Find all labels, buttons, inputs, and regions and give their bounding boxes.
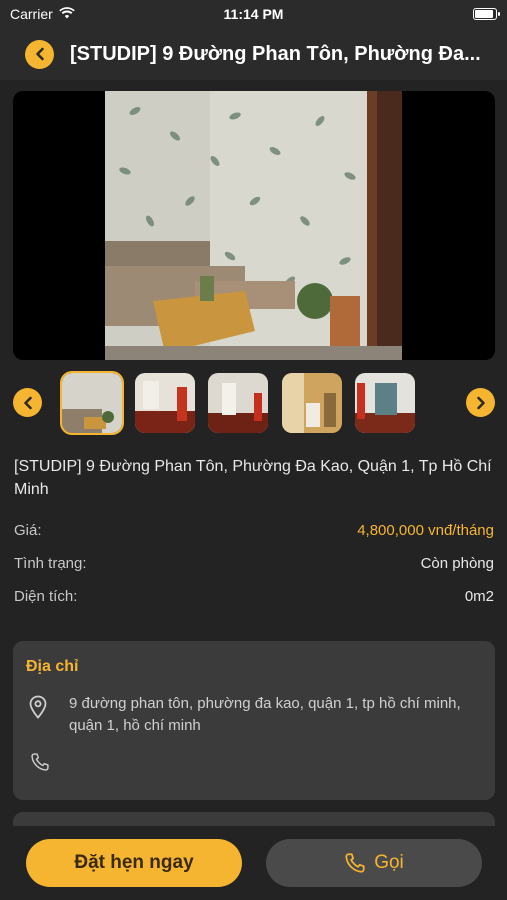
main-photo[interactable] <box>13 91 495 360</box>
phone-icon[interactable] <box>30 752 50 772</box>
status-label: Tình trạng: <box>14 554 87 572</box>
book-appointment-button[interactable]: Đặt hẹn ngay <box>26 839 242 887</box>
area-label: Diện tích: <box>14 587 78 605</box>
battery-fill <box>475 10 494 18</box>
carrier-label: Carrier <box>10 6 53 22</box>
thumbnail-image <box>355 373 415 433</box>
status-row: Tình trạng: Còn phòng <box>14 553 494 573</box>
thumbnail-image <box>208 373 268 433</box>
status-time: 11:14 PM <box>223 6 284 22</box>
address-card-title: Địa chỉ <box>26 658 79 675</box>
status-value: Còn phòng <box>420 554 494 572</box>
page-title: [STUDIP] 9 Đường Phan Tôn, Phường Đa... <box>70 42 481 65</box>
thumbnail-image <box>135 373 195 433</box>
thumbnail-image <box>62 373 122 433</box>
thumbnail-3[interactable] <box>208 373 268 433</box>
thumbnail-5[interactable] <box>355 373 415 433</box>
room-photo-image <box>105 91 402 360</box>
listing-title: [STUDIP] 9 Đường Phan Tôn, Phường Đa Kao… <box>14 458 492 498</box>
call-button[interactable]: Gọi <box>266 839 482 887</box>
thumbnail-image <box>282 373 342 433</box>
chevron-left-icon <box>23 396 32 409</box>
address-card: Địa chỉ 9 đường phan tôn, phường đa kao,… <box>13 641 495 800</box>
location-pin-icon <box>29 695 47 719</box>
prev-image-button[interactable] <box>13 388 42 417</box>
wifi-icon <box>58 6 75 22</box>
thumbnail-carousel <box>0 371 507 435</box>
phone-icon <box>345 853 365 873</box>
thumbnail-4[interactable] <box>282 373 342 433</box>
back-button[interactable] <box>25 39 54 69</box>
battery-icon <box>473 8 500 20</box>
chevron-left-icon <box>35 47 44 61</box>
thumbnail-1[interactable] <box>60 371 124 435</box>
chevron-right-icon <box>476 396 485 409</box>
status-bar: Carrier 11:14 PM <box>0 0 507 28</box>
price-label: Giá: <box>14 521 42 539</box>
address-text: 9 đường phan tôn, phường đa kao, quận 1,… <box>69 695 461 734</box>
bottom-action-bar: Đặt hẹn ngay Gọi <box>0 826 507 900</box>
area-value: 0m2 <box>464 587 494 605</box>
thumbnail-2[interactable] <box>135 373 195 433</box>
price-row: Giá: 4,800,000 vnđ/tháng <box>14 520 494 540</box>
price-value: 4,800,000 vnđ/tháng <box>357 521 494 539</box>
next-image-button[interactable] <box>466 388 495 417</box>
status-left: Carrier <box>10 6 75 22</box>
navigation-bar: [STUDIP] 9 Đường Phan Tôn, Phường Đa... <box>0 28 507 80</box>
call-button-label: Gọi <box>374 852 404 873</box>
area-row: Diện tích: 0m2 <box>14 586 494 606</box>
